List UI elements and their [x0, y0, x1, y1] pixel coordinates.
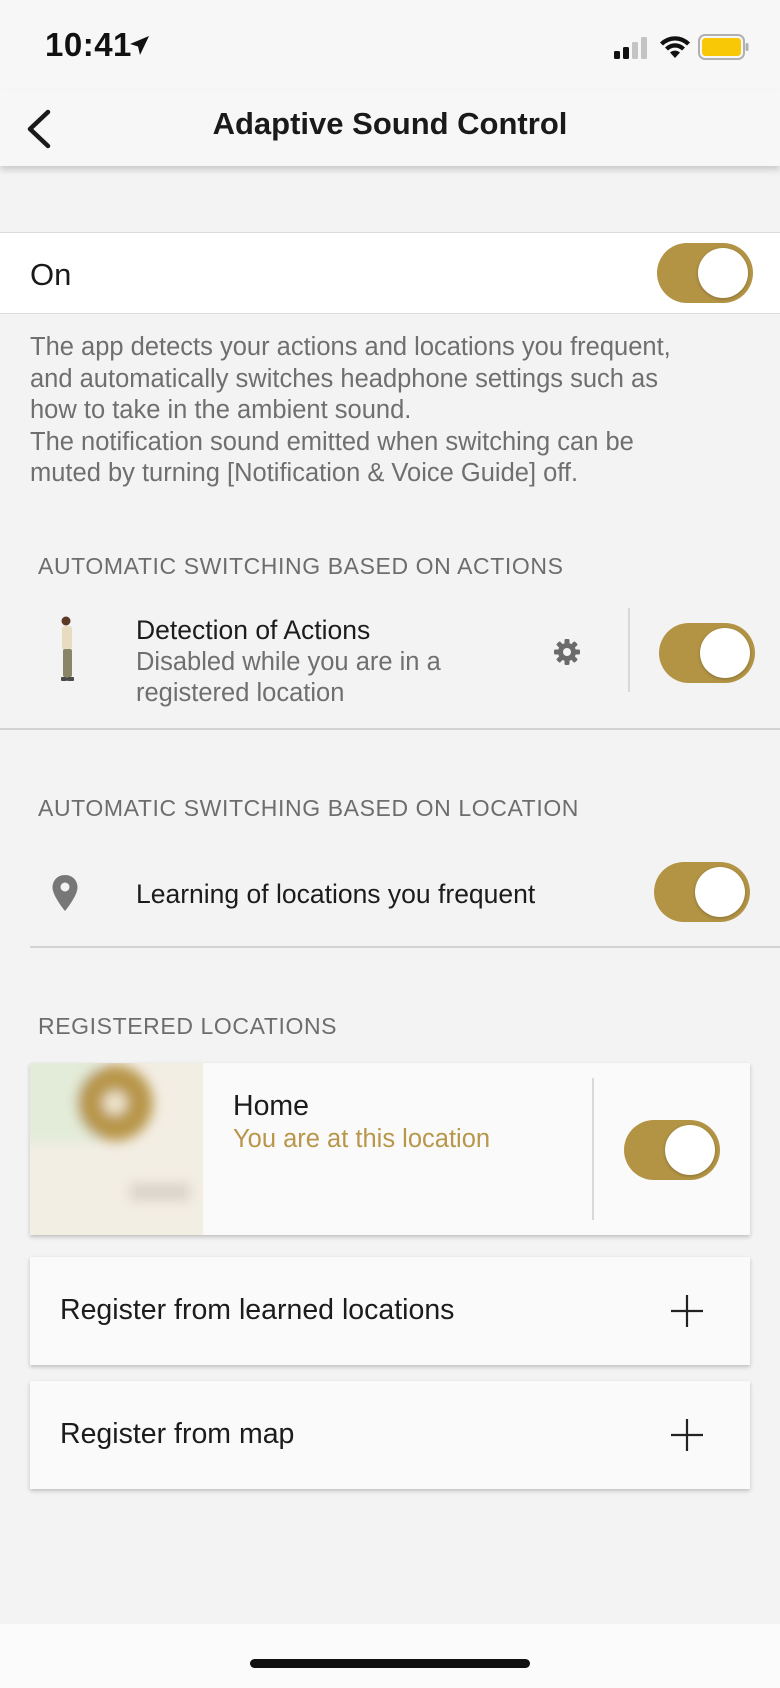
description-line: and automatically switches headphone set… — [30, 364, 658, 393]
row-divider — [628, 608, 630, 692]
battery-icon — [698, 34, 749, 60]
map-thumbnail-image — [30, 1063, 203, 1235]
register-from-map-button[interactable]: Register from map — [30, 1381, 750, 1489]
subtitle-line: registered location — [136, 679, 345, 707]
home-location-toggle[interactable] — [624, 1120, 720, 1180]
home-indicator[interactable] — [250, 1659, 530, 1668]
master-toggle[interactable] — [657, 243, 753, 303]
toggle-knob — [700, 628, 750, 678]
learning-locations-toggle[interactable] — [654, 862, 750, 922]
plus-icon — [671, 1419, 703, 1451]
card-divider — [592, 1078, 594, 1220]
register-from-learned-label: Register from learned locations — [60, 1294, 455, 1326]
registered-locations-header: REGISTERED LOCATIONS — [38, 1013, 338, 1039]
detection-of-actions-toggle[interactable] — [659, 623, 755, 683]
description-line: The notification sound emitted when swit… — [30, 427, 634, 456]
page-title: Adaptive Sound Control — [212, 106, 568, 141]
wifi-icon — [660, 36, 690, 58]
description-line: muted by turning [Notification & Voice G… — [30, 459, 579, 487]
detection-of-actions-subtitle: Disabled while you are in a registered l… — [136, 647, 441, 709]
detection-of-actions-title: Detection of Actions — [136, 615, 371, 645]
bottom-safe-area — [0, 1624, 780, 1688]
toggle-knob — [665, 1125, 715, 1175]
standing-person-icon — [61, 616, 74, 681]
section-divider — [0, 728, 780, 730]
register-from-learned-button[interactable]: Register from learned locations — [30, 1257, 750, 1365]
description-text: The app detects your actions and locatio… — [30, 332, 760, 490]
toggle-knob — [698, 248, 748, 298]
navigation-bar: Adaptive Sound Control — [0, 90, 780, 166]
location-pin-icon — [52, 875, 78, 911]
toggle-knob — [695, 867, 745, 917]
back-chevron-icon[interactable] — [20, 106, 60, 152]
detection-of-actions-row: Detection of Actions Disabled while you … — [0, 600, 780, 728]
learning-locations-row: Learning of locations you frequent — [0, 850, 780, 946]
location-status: You are at this location — [233, 1125, 491, 1153]
location-arrow-icon — [130, 36, 149, 55]
plus-icon — [671, 1295, 703, 1327]
location-name: Home — [233, 1090, 310, 1122]
section-divider — [30, 946, 780, 948]
status-time: 10:41 — [45, 26, 132, 63]
description-line: The app detects your actions and locatio… — [30, 333, 671, 361]
master-switch-label: On — [30, 257, 72, 292]
register-from-map-label: Register from map — [60, 1418, 295, 1450]
location-section-header: AUTOMATIC SWITCHING BASED ON LOCATION — [38, 795, 580, 821]
master-switch-row: On — [0, 232, 780, 314]
subtitle-line: Disabled while you are in a — [136, 648, 441, 676]
actions-section-header: AUTOMATIC SWITCHING BASED ON ACTIONS — [38, 553, 564, 579]
description-line: how to take in the ambient sound. — [30, 396, 412, 424]
status-bar: 10:41 — [0, 0, 780, 90]
learning-locations-title: Learning of locations you frequent — [136, 879, 536, 909]
map-thumbnail — [30, 1063, 203, 1235]
cellular-signal-icon — [614, 37, 647, 59]
gear-icon[interactable] — [553, 638, 581, 666]
